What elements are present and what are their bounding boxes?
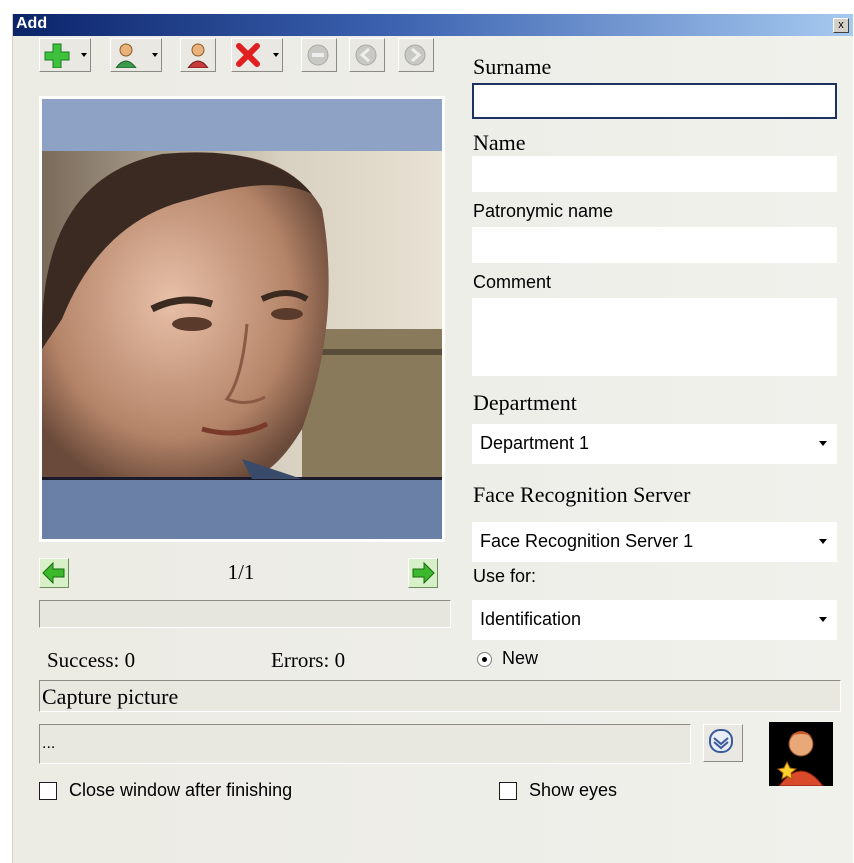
surname-input[interactable] [472,83,837,119]
checkbox-icon [39,782,57,801]
collapse-button[interactable] [703,724,743,762]
comment-input[interactable] [472,298,837,376]
show-eyes-label: Show eyes [529,780,618,800]
photo-viewer[interactable] [41,99,442,539]
person-card-icon [187,43,209,68]
radio-selected-icon [477,651,492,667]
next-button[interactable] [398,38,434,72]
use-for-label: Use for: [473,566,537,586]
green-plus-icon [44,43,70,68]
progress-bar [39,600,451,628]
surname-label: Surname [473,54,552,79]
person-icon [115,43,137,68]
next-photo-button[interactable] [408,558,438,588]
chevron-down-icon [819,441,827,446]
add-person-button[interactable] [110,38,162,72]
department-value: Department 1 [480,433,590,453]
photo-counter: 1/1 [227,560,255,584]
chevron-down-icon [819,539,827,544]
dropdown-arrow-icon [81,53,87,57]
close-after-label: Close window after finishing [69,780,293,800]
left-arrow-icon [42,561,65,585]
left-circle-icon [355,44,377,66]
chevron-down-icon [819,617,827,622]
comment-label: Comment [473,272,552,292]
server-select[interactable]: Face Recognition Server 1 [472,522,837,562]
use-for-value: Identification [480,609,582,629]
capture-status: Capture picture [39,680,841,712]
red-x-icon [236,43,260,67]
right-arrow-icon [412,561,435,585]
name-input[interactable] [472,156,837,192]
department-label: Department [473,390,577,415]
user-avatar-icon [769,722,833,787]
previous-photo-button[interactable] [39,558,69,588]
right-circle-icon [404,44,426,66]
department-select[interactable]: Department 1 [472,424,837,464]
name-label: Name [473,130,526,155]
person-settings-button[interactable] [180,38,216,72]
show-eyes-checkbox[interactable]: Show eyes [499,780,617,801]
radio-new[interactable]: New [477,648,538,669]
delete-button[interactable] [231,38,283,72]
face-photo [41,99,442,539]
minus-icon [307,44,329,66]
add-photo-button[interactable] [39,38,91,72]
chevron-down-double-icon [709,729,733,753]
errors-count: Errors: 0 [271,648,346,672]
radio-new-label: New [502,648,539,668]
log-field: ... [39,724,691,764]
dropdown-arrow-icon [152,53,158,57]
close-button[interactable]: x [833,18,849,33]
patronymic-label: Patronymic name [473,201,614,221]
success-count: Success: 0 [47,648,136,672]
title-bar[interactable]: Add x [13,14,853,36]
server-value: Face Recognition Server 1 [480,531,694,551]
prev-button[interactable] [349,38,385,72]
minus-button[interactable] [301,38,337,72]
patronymic-input[interactable] [472,227,837,263]
checkbox-icon [499,782,517,801]
photo-frame [39,96,445,542]
add-dialog: Add x 1/1 Success: 0 Errors: 0 Surname N… [12,14,853,863]
dropdown-arrow-icon [273,53,279,57]
window-title: Add [16,15,48,32]
use-for-select[interactable]: Identification [472,600,837,640]
server-label: Face Recognition Server [473,482,691,507]
close-after-checkbox[interactable]: Close window after finishing [39,780,292,801]
